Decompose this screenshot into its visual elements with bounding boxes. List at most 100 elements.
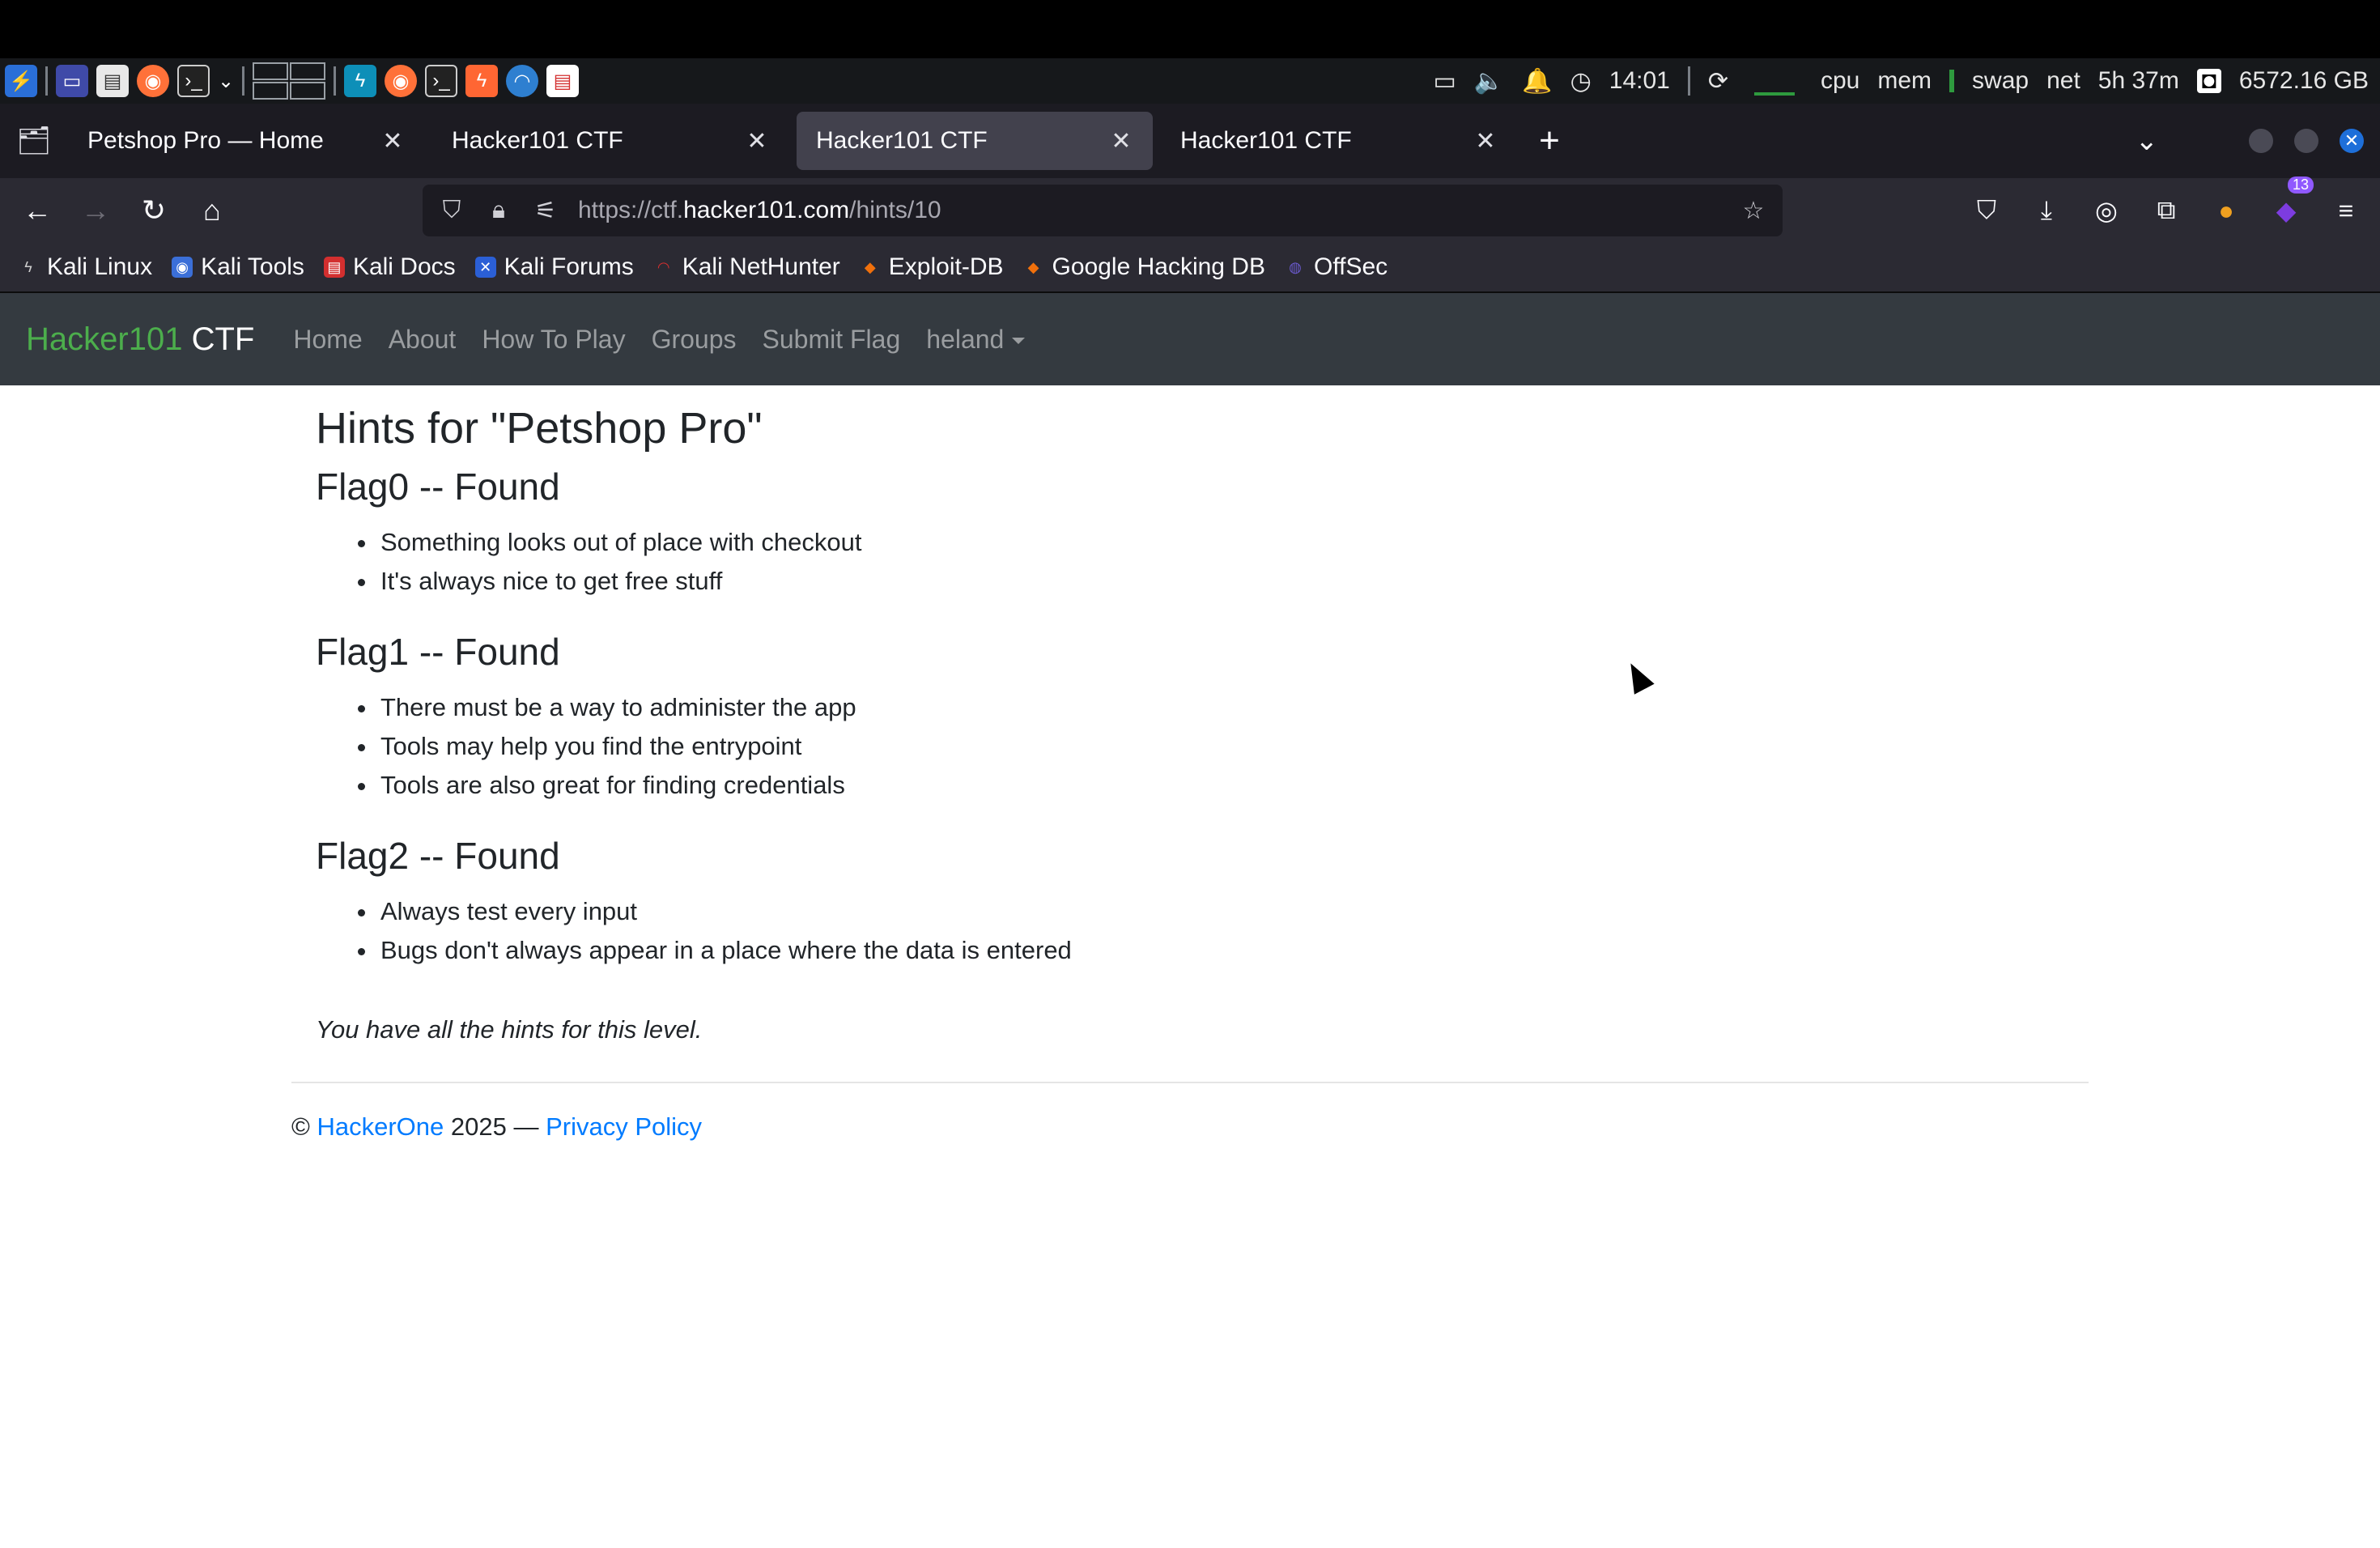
footer-year: 2025 — (450, 1112, 539, 1141)
tab-petshop-home[interactable]: Petshop Pro — Home ✕ (68, 112, 424, 170)
browser-toolbar: ← → ↻ ⌂ ⛉ 🔒︎ ⚟ https://ctf.hacker101.com… (0, 176, 2380, 243)
list-item: Always test every input (358, 892, 1072, 931)
window-close-button[interactable]: ✕ (2340, 129, 2364, 153)
flag2-title: Flag2 -- Found (316, 835, 560, 877)
nav-home[interactable]: Home (293, 325, 362, 355)
hints-complete-note: You have all the hints for this level. (316, 1015, 703, 1044)
bookmark-kali-linux[interactable]: ϟ Kali Linux (18, 253, 152, 281)
kali-menu-icon[interactable]: ⚡ (5, 65, 37, 97)
url-path: /hints/10 (849, 197, 941, 223)
nethunter-icon: ◠ (657, 258, 670, 275)
bookmark-kali-tools[interactable]: ◉ Kali Tools (172, 253, 304, 281)
display-icon[interactable]: ▭ (1434, 67, 1456, 96)
pdf-icon[interactable]: ▤ (546, 65, 579, 97)
site-navbar: Hacker101 CTF Home About How To Play Gro… (0, 293, 2380, 385)
new-tab-button[interactable]: + (1525, 117, 1574, 165)
bookmark-exploit-db[interactable]: ◆ Exploit-DB (860, 253, 1004, 281)
panel-separator (1687, 66, 1690, 96)
mouse-cursor (1621, 657, 1655, 695)
mem-label: mem (1877, 67, 1932, 94)
workspaces-icon[interactable] (253, 62, 325, 100)
permissions-icon[interactable]: ⚟ (531, 197, 560, 225)
desktop-icon[interactable]: ▭ (56, 65, 88, 97)
kali-forums-icon: ✕ (474, 257, 496, 278)
url-text[interactable]: https://ctf.hacker101.com/hints/10 (578, 197, 1721, 224)
close-icon[interactable]: ✕ (380, 127, 405, 155)
bookmark-label: Kali Docs (352, 253, 456, 280)
shield-icon[interactable]: ⛉ (437, 197, 466, 224)
hackerone-link[interactable]: HackerOne (317, 1112, 444, 1141)
pocket-icon[interactable]: ⛉ (1969, 181, 2004, 240)
copyright-symbol: © (291, 1112, 310, 1141)
forward-button[interactable]: → (66, 181, 125, 240)
clock-time[interactable]: 14:01 (1609, 67, 1670, 95)
bookmark-offsec[interactable]: ◍ OffSec (1285, 253, 1388, 281)
close-icon[interactable]: ✕ (1473, 127, 1498, 155)
user-dropdown[interactable]: heland (926, 324, 1026, 355)
burp-icon[interactable]: ϟ (465, 65, 498, 97)
privacy-policy-link[interactable]: Privacy Policy (546, 1112, 702, 1141)
extensions-icon[interactable]: ⧉ (2148, 181, 2184, 240)
bell-icon[interactable]: 🔔 (1522, 67, 1552, 96)
home-button[interactable]: ⌂ (183, 181, 241, 240)
bookmark-kali-nethunter[interactable]: ◠ Kali NetHunter (653, 253, 840, 281)
page-title: Hints for "Petshop Pro" (316, 404, 763, 453)
app-icon[interactable]: ϟ (344, 65, 376, 97)
close-icon[interactable]: ✕ (745, 127, 769, 155)
flag1-hints: There must be a way to administer the ap… (358, 688, 856, 805)
close-icon[interactable]: ✕ (1109, 127, 1133, 155)
extension-badge-icon[interactable]: ◆ 13 (2268, 176, 2314, 240)
lock-icon[interactable]: 🔒︎ (484, 197, 513, 224)
list-all-tabs-icon[interactable]: ⌄ (2136, 125, 2159, 157)
url-prefix: https://ctf. (578, 197, 684, 223)
desktop-panel: ⚡ ▭ ▤ ◉ ›_ ⌄ ϟ ◉ ›_ ϟ ◠ ▤ ▭ 🔈 🔔 ◷ 14:01 … (0, 58, 2380, 104)
volume-icon[interactable]: 🔈 (1474, 67, 1504, 96)
bookmark-label: OffSec (1313, 253, 1388, 280)
foxyproxy-icon[interactable]: ● (2208, 181, 2244, 240)
offsec-icon: ◍ (1289, 258, 1302, 275)
nav-submit-flag[interactable]: Submit Flag (763, 325, 901, 355)
network-graph (1746, 65, 1803, 97)
bookmark-kali-forums[interactable]: ✕ Kali Forums (474, 253, 634, 281)
url-bar[interactable]: ⛉ 🔒︎ ⚟ https://ctf.hacker101.com/hints/1… (423, 185, 1783, 236)
firefox-icon[interactable]: ◉ (137, 65, 169, 97)
uptime-label: 5h 37m (2097, 67, 2179, 94)
files-icon[interactable]: ▤ (96, 65, 129, 97)
browser-icon[interactable]: ◠ (506, 65, 538, 97)
downloads-icon[interactable]: ⤓ (2029, 181, 2064, 240)
user-name: heland (926, 324, 1005, 354)
footer-text: © HackerOne 2025 — Privacy Policy (291, 1112, 702, 1142)
minimize-button[interactable] (2249, 129, 2273, 153)
nav-about[interactable]: About (389, 325, 457, 355)
list-item: It's always nice to get free stuff (358, 562, 862, 601)
bookmark-google-hacking-db[interactable]: ◆ Google Hacking DB (1023, 253, 1265, 281)
bookmark-kali-docs[interactable]: ▤ Kali Docs (323, 253, 456, 281)
refresh-icon[interactable]: ⟳ (1708, 67, 1728, 96)
reload-button[interactable]: ↻ (125, 181, 183, 240)
list-item: There must be a way to administer the ap… (358, 688, 856, 727)
bookmark-label: Kali NetHunter (682, 253, 840, 280)
back-button[interactable]: ← (8, 181, 66, 240)
tab-title: Hacker101 CTF (816, 127, 988, 154)
tab-hacker101-active[interactable]: Hacker101 CTF ✕ (797, 112, 1153, 170)
menu-icon[interactable]: ≡ (2328, 181, 2364, 240)
list-item: Tools may help you find the entrypoint (358, 727, 856, 766)
terminal-icon[interactable]: ›_ (425, 65, 457, 97)
bookmark-label: Google Hacking DB (1052, 253, 1265, 280)
clock-icon: ◷ (1570, 67, 1592, 95)
bookmark-label: Exploit-DB (888, 253, 1004, 280)
nav-how-to-play[interactable]: How To Play (482, 325, 625, 355)
tab-hacker101-3[interactable]: Hacker101 CTF ✕ (1161, 112, 1517, 170)
site-brand[interactable]: Hacker101 CTF (26, 321, 254, 358)
terminal-icon[interactable]: ›_ (177, 65, 210, 97)
nav-groups[interactable]: Groups (652, 325, 737, 355)
maximize-button[interactable] (2294, 129, 2318, 153)
tab-hacker101-1[interactable]: Hacker101 CTF ✕ (432, 112, 788, 170)
kali-dragon-icon: ϟ (24, 258, 32, 275)
account-icon[interactable]: ◎ (2089, 181, 2124, 240)
bookmark-star-icon[interactable]: ☆ (1739, 197, 1768, 225)
firefox-icon[interactable]: ◉ (385, 65, 417, 97)
chevron-down-icon[interactable]: ⌄ (218, 65, 234, 97)
tab-manager-icon[interactable]: 🗂 (0, 104, 68, 178)
list-item: Tools are also great for finding credent… (358, 766, 856, 805)
